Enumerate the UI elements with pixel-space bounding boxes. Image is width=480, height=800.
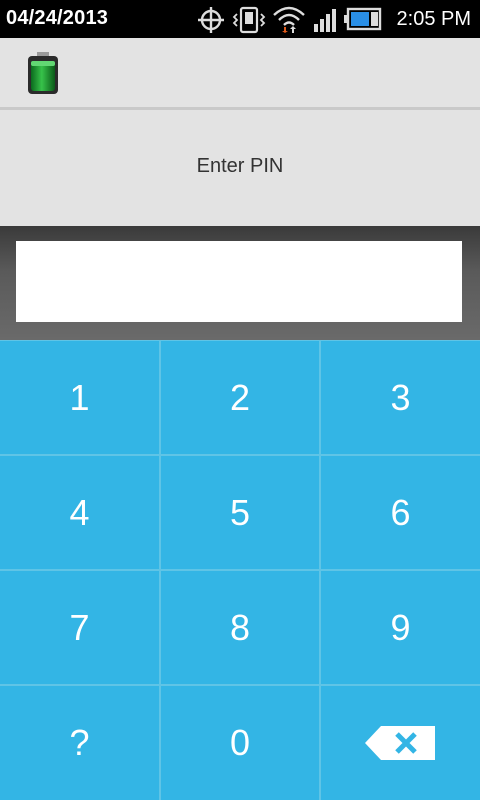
page-title: Enter PIN [196,155,284,177]
battery-app-icon[interactable] [25,52,61,96]
key-3[interactable]: 3 [321,341,480,454]
vibrate-icon [232,6,266,34]
key-label: 7 [69,606,90,648]
key-label: 9 [390,606,411,648]
key-5[interactable]: 5 [161,456,319,569]
key-label: ? [69,722,90,763]
key-label: 8 [229,606,251,648]
pin-input-area [0,226,480,340]
key-label: 4 [69,491,90,533]
key-label: 6 [390,491,411,533]
key-1[interactable]: 1 [0,341,159,454]
key-4[interactable]: 4 [0,456,159,569]
action-bar [0,38,480,107]
key-label: 1 [69,376,90,418]
key-question[interactable]: ? [0,686,159,800]
key-0[interactable]: 0 [161,686,319,800]
backspace-icon [364,726,435,760]
key-label: 5 [229,491,251,533]
key-9[interactable]: 9 [321,571,480,684]
backspace-key[interactable] [321,686,480,800]
key-2[interactable]: 2 [161,341,319,454]
status-date: 04/24/2013 [6,7,109,29]
keypad: 1 2 3 4 5 6 7 8 9 ? 0 [0,340,480,800]
key-6[interactable]: 6 [321,456,480,569]
gps-icon [198,7,224,33]
pin-header: Enter PIN [0,110,480,226]
key-label: 0 [229,722,251,763]
battery-icon [344,7,382,31]
signal-icon [314,9,336,32]
status-time: 2:05 PM [396,8,471,30]
key-label: 2 [229,376,251,418]
status-bar: 04/24/2013 2:05 PM [0,0,480,38]
wifi-icon [273,6,305,33]
key-8[interactable]: 8 [161,571,319,684]
key-label: 3 [390,376,411,418]
pin-field[interactable] [16,241,462,322]
key-7[interactable]: 7 [0,571,159,684]
